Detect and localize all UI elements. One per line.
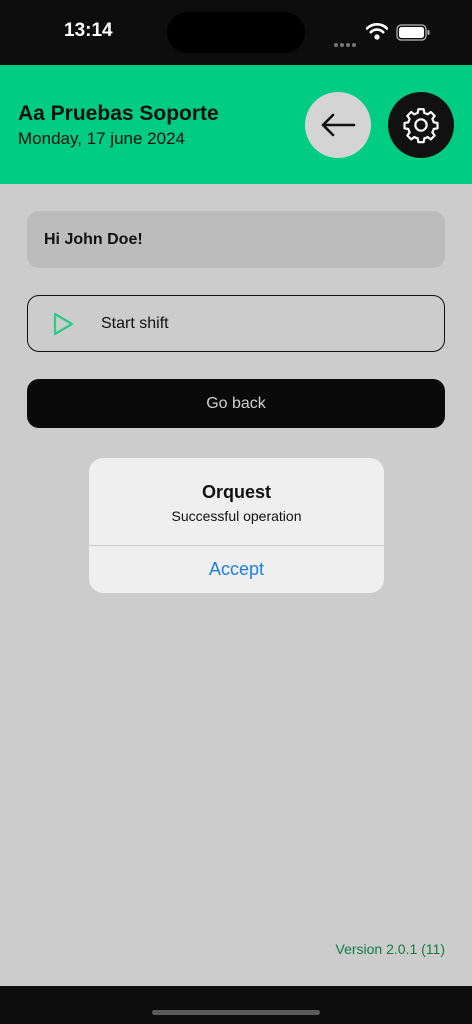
dynamic-island xyxy=(167,12,305,53)
go-back-button[interactable]: Go back xyxy=(27,379,445,428)
accept-button[interactable]: Accept xyxy=(89,546,384,593)
signal-dots-icon xyxy=(334,34,358,52)
settings-button[interactable] xyxy=(388,92,454,158)
header-date: Monday, 17 june 2024 xyxy=(18,129,185,148)
battery-icon xyxy=(396,24,430,41)
greeting-card: Hi John Doe! xyxy=(27,211,445,268)
greeting-text: Hi John Doe! xyxy=(44,231,143,248)
gear-icon xyxy=(403,108,439,144)
alert-title: Orquest xyxy=(201,482,271,502)
version-label: Version 2.0.1 (11) xyxy=(335,941,445,957)
status-time: 13:14 xyxy=(64,20,113,41)
back-button[interactable] xyxy=(305,92,371,158)
arrow-left-icon xyxy=(321,113,356,137)
status-bar: 13:14 xyxy=(0,0,472,65)
play-icon xyxy=(53,312,74,336)
home-indicator[interactable] xyxy=(152,1010,320,1015)
main-content: Hi John Doe! Start shift Go back Orquest… xyxy=(0,184,472,986)
bottom-bar xyxy=(0,986,472,1024)
go-back-label: Go back xyxy=(206,395,266,412)
start-shift-label: Start shift xyxy=(101,315,169,332)
start-shift-button[interactable]: Start shift xyxy=(27,295,445,352)
alert-message: Successful operation xyxy=(171,508,302,524)
alert-dialog: Orquest Successful operation Accept xyxy=(89,458,384,593)
wifi-icon xyxy=(366,23,388,40)
page-title: Aa Pruebas Soporte xyxy=(18,102,219,125)
app-header: Aa Pruebas Soporte Monday, 17 june 2024 xyxy=(0,65,472,184)
